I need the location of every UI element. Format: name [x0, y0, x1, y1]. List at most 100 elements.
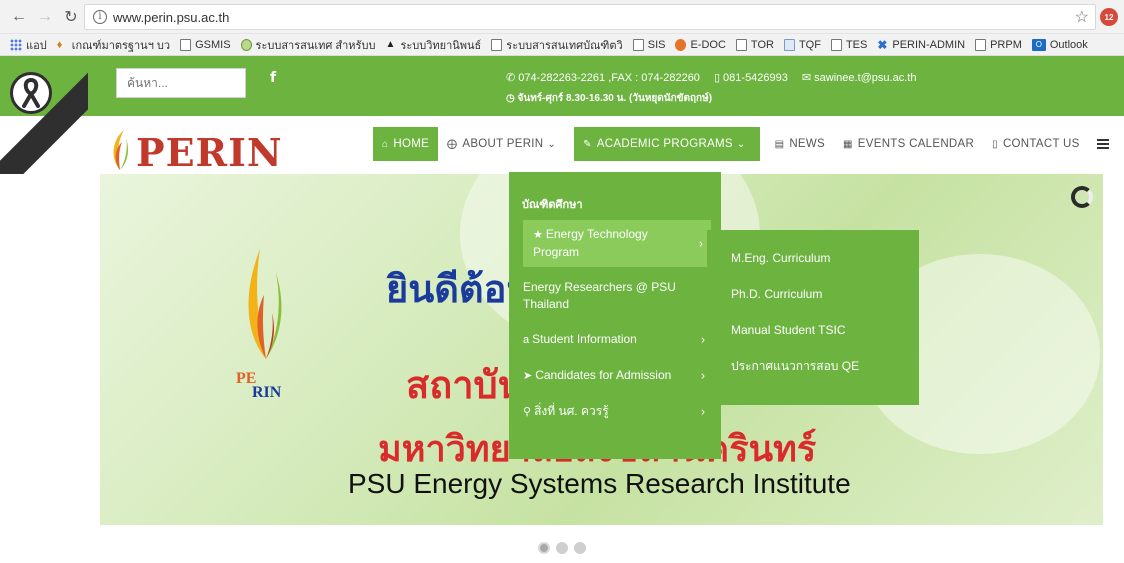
site-logo[interactable]: PERIN — [106, 128, 283, 172]
dropdown-item-student-information[interactable]: a Student Information › — [509, 325, 721, 355]
email-info[interactable]: ✉ sawinee.t@psu.ac.th — [802, 71, 917, 84]
browser-toolbar: ← → ↻ i www.perin.psu.ac.th ☆ 12 — [0, 0, 1124, 34]
firefox-icon — [675, 38, 687, 51]
bookmark-label: PERIN-ADMIN — [892, 38, 966, 51]
dropdown-item-candidates[interactable]: ➤ Candidates for Admission › — [509, 361, 721, 391]
back-button[interactable]: ← — [8, 6, 30, 28]
menu-label: HOME — [393, 138, 430, 150]
submenu-meng-curriculum[interactable]: M.Eng. Curriculum — [707, 240, 919, 276]
bookmark-item[interactable]: O Outlook — [1031, 38, 1088, 51]
hours-text: จันทร์-ศุกร์ 8.30-16.30 น. (วันหยุดนักขั… — [517, 93, 713, 104]
bookmark-item[interactable]: ✖ PERIN-ADMIN — [877, 39, 965, 51]
document-icon — [783, 38, 795, 51]
banner-logo-icon: PE RIN — [236, 249, 282, 399]
mobile-icon: ▯ — [713, 72, 724, 84]
phone-info: ✆ 074-282263-2261 ,FAX : 074-282260 — [506, 71, 700, 84]
bookmark-item[interactable]: GSMIS — [180, 38, 231, 51]
bookmark-item[interactable]: E-DOC — [675, 38, 726, 51]
x-icon: ✖ — [877, 37, 888, 52]
hamburger-menu-icon[interactable] — [1096, 139, 1109, 149]
clock-icon: ◷ — [506, 93, 518, 104]
bookmark-item[interactable]: ระบบสารสนเทศบัณฑิตวิ — [491, 36, 623, 54]
bookmark-item[interactable]: PRPM — [975, 38, 1022, 51]
page-icon — [491, 38, 503, 51]
menu-events-calendar[interactable]: ▦ EVENTS CALENDAR — [834, 127, 983, 161]
menu-label: ACADEMIC PROGRAMS — [596, 138, 733, 150]
bookmark-label: Outlook — [1049, 38, 1088, 51]
logo-text: PERIN — [136, 130, 283, 175]
phone-text: 074-282263-2261 ,FAX : 074-282260 — [518, 72, 700, 84]
bookmark-item[interactable]: ระบบสารสนเทศ สำหรับบ — [240, 36, 376, 54]
chevron-right-icon: › — [701, 368, 705, 383]
bookmark-label: ระบบสารสนเทศ สำหรับบ — [255, 39, 376, 52]
chevron-right-icon: › — [701, 404, 705, 419]
outlook-icon: O — [1031, 38, 1046, 51]
menu-academic-programs[interactable]: ✎ ACADEMIC PROGRAMS ⌄ — [574, 127, 760, 161]
academic-programs-dropdown: บัณฑิตศึกษา ★ Energy Technology Program › … — [509, 172, 721, 459]
extension-icon[interactable]: 12 — [1100, 8, 1118, 26]
bookmark-item[interactable]: TOR — [735, 38, 774, 51]
bookmark-item[interactable]: ▲ ระบบวิทยานิพนธ์ — [385, 36, 481, 54]
book-icon: ✎ — [583, 138, 592, 150]
slider-dot[interactable] — [538, 542, 550, 554]
main-menu: ⌂ HOME ⨁ ABOUT PERIN ⌄ ✎ ACADEMIC PROGRAMS ⌄ … — [373, 127, 1109, 161]
slider-pagination — [0, 542, 1124, 554]
leaf-logo-icon — [113, 130, 128, 170]
facebook-icon[interactable]: f — [270, 70, 276, 86]
submenu-manual-student-tsic[interactable]: Manual Student TSIC — [707, 312, 919, 348]
bookmark-label: แอป — [26, 39, 47, 52]
bookmark-item[interactable]: TES — [830, 38, 867, 51]
bookmark-label: เกณฑ์มาตรฐานฯ บว — [71, 39, 171, 52]
flame-icon: ♦ — [56, 38, 63, 51]
home-icon: ⌂ — [382, 138, 389, 150]
bookmark-label: PRPM — [990, 38, 1022, 51]
bookmark-label: SIS — [647, 38, 666, 51]
institute-name-english: PSU Energy Systems Research Institute — [348, 468, 851, 499]
mobile-text: 081-5426993 — [723, 72, 788, 84]
bookmark-item[interactable]: ♦ เกณฑ์มาตรฐานฯ บว — [57, 36, 170, 54]
ribbon-icon — [10, 72, 52, 114]
amazon-icon: a — [523, 334, 530, 346]
page-icon — [180, 38, 192, 51]
address-bar[interactable]: i www.perin.psu.ac.th ☆ — [84, 4, 1096, 30]
svg-text:RIN: RIN — [252, 384, 282, 399]
dropdown-item-student-tips[interactable]: ⚲ สิ่งที่ นศ. ควรรู้ › — [509, 397, 721, 427]
reload-button[interactable]: ↻ — [60, 6, 82, 28]
page-icon — [830, 38, 842, 51]
bookmark-label: ระบบสารสนเทศบัณฑิตวิ — [506, 39, 623, 52]
top-info-bar: f ✆ 074-282263-2261 ,FAX : 074-282260 ▯ … — [0, 56, 1124, 116]
page-icon — [632, 38, 644, 51]
dropdown-heading: บัณฑิตศึกษา — [522, 199, 583, 211]
menu-label: NEWS — [789, 138, 826, 150]
chevron-down-icon: ⌄ — [736, 138, 746, 150]
star-icon[interactable]: ☆ — [1075, 7, 1089, 27]
dropdown-label: Candidates for Admission — [535, 368, 672, 382]
bookmark-item[interactable]: TQF — [783, 38, 821, 51]
bookmark-apps[interactable]: แอป — [10, 36, 47, 54]
office-hours: ◷ จันทร์-ศุกร์ 8.30-16.30 น. (วันหยุดนัก… — [506, 91, 712, 106]
bookmark-label: GSMIS — [195, 38, 231, 51]
apps-icon — [10, 38, 22, 51]
website: f ✆ 074-282263-2261 ,FAX : 074-282260 ▯ … — [0, 56, 1124, 563]
menu-home[interactable]: ⌂ HOME — [373, 127, 439, 161]
slider-dot[interactable] — [556, 542, 568, 554]
menu-about[interactable]: ⨁ ABOUT PERIN ⌄ — [438, 127, 570, 161]
info-icon[interactable]: i — [93, 10, 107, 24]
submenu-phd-curriculum[interactable]: Ph.D. Curriculum — [707, 276, 919, 312]
submenu-qe-exam-announcement[interactable]: ประกาศแนวการสอบ QE — [707, 348, 919, 384]
envelope-icon: ✉ — [801, 72, 815, 84]
menu-news[interactable]: ▤ NEWS — [766, 127, 834, 161]
dropdown-item-energy-technology[interactable]: ★ Energy Technology Program › — [523, 220, 711, 267]
bookmark-label: E-DOC — [690, 38, 726, 51]
search-input[interactable] — [116, 68, 246, 98]
menu-contact-us[interactable]: ▯ CONTACT US — [983, 127, 1089, 161]
bookmark-label: ระบบวิทยานิพนธ์ — [400, 39, 482, 52]
slider-dot[interactable] — [574, 542, 586, 554]
forward-button[interactable]: → — [34, 6, 56, 28]
dropdown-label: Student Information — [532, 332, 637, 346]
bookmark-item[interactable]: SIS — [632, 38, 666, 51]
dropdown-label: สิ่งที่ นศ. ควรรู้ — [534, 404, 609, 418]
bookmark-label: TQF — [798, 38, 821, 51]
dropdown-item-energy-researchers[interactable]: Energy Researchers @ PSU Thailand — [509, 273, 721, 319]
dropdown-label: Energy Researchers @ PSU Thailand — [523, 280, 676, 311]
